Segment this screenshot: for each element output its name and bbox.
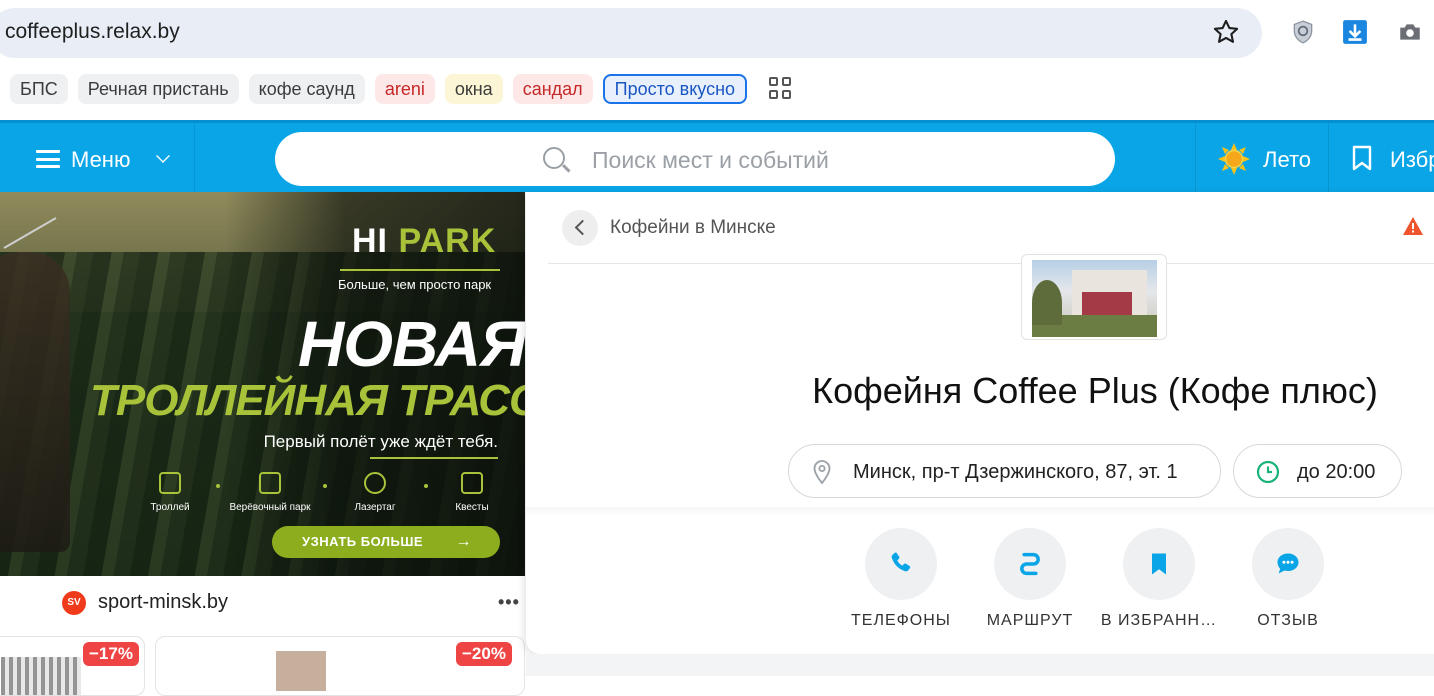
ad-feature-lasertag: Лазертаг [325, 472, 425, 513]
bookmarks-bar: БПС Речная пристань кофе саунд areni окн… [10, 73, 793, 105]
ad-brand-logo: HI PARK [352, 222, 497, 260]
search-placeholder: Поиск мест и событий [592, 147, 829, 173]
clock-icon [1256, 460, 1280, 484]
source-name[interactable]: sport-minsk.by [98, 591, 228, 614]
search-input[interactable]: Поиск мест и событий [275, 132, 1115, 186]
site-header: Меню Поиск мест и событий Лето Избр [0, 120, 1434, 195]
hours-button[interactable]: до 20:00 [1233, 444, 1402, 498]
target-icon [364, 472, 386, 494]
discount-badge: −20% [456, 642, 512, 666]
bookmark-prosto-vkusno[interactable]: Просто вкусно [602, 74, 748, 104]
bookmark-star-icon[interactable] [1212, 18, 1240, 46]
ad-feature-quests: Квесты [422, 472, 522, 513]
add-to-favorites-button[interactable]: В ИЗБРАНН… [1089, 528, 1229, 638]
rope-park-icon [259, 472, 281, 494]
venue-title: Кофейня Coffee Plus (Кофе плюс) [812, 370, 1378, 411]
address-text: Минск, пр-т Дзержинского, 87, эт. 1 [853, 461, 1178, 483]
ad-feature-trolley: Троллей [120, 472, 220, 513]
bookmark-icon [1152, 553, 1166, 575]
breadcrumb[interactable]: Кофейни в Минске [610, 217, 776, 239]
ad-feature-rope-park: Верёвочный парк [220, 472, 320, 513]
hours-text: до 20:00 [1297, 461, 1376, 483]
discount-badge: −17% [83, 642, 139, 666]
review-button[interactable]: ОТЗЫВ [1218, 528, 1358, 638]
bookmark-bps[interactable]: БПС [10, 74, 68, 104]
ad-tagline: Больше, чем просто парк [338, 277, 492, 292]
chat-icon [1277, 553, 1299, 574]
phones-label: ТЕЛЕФОНЫ [851, 612, 951, 629]
ad-person-image [0, 252, 70, 552]
address-button[interactable]: Минск, пр-т Дзержинского, 87, эт. 1 [788, 444, 1221, 498]
ad-subline: Первый полёт уже ждёт тебя. [263, 432, 498, 451]
menu-button[interactable]: Меню [0, 123, 195, 195]
favorites-label: В ИЗБРАНН… [1100, 612, 1218, 629]
route-label: МАРШРУТ [986, 612, 1074, 629]
address-bar[interactable] [0, 8, 1262, 58]
trolley-icon [159, 472, 181, 494]
menu-label: Меню [71, 147, 131, 172]
warning-icon[interactable] [1402, 216, 1424, 236]
shield-extension-icon[interactable] [1290, 18, 1316, 46]
search-icon [543, 147, 565, 169]
season-button[interactable]: Лето [1195, 123, 1329, 195]
ad-cta-button[interactable]: УЗНАТЬ БОЛЬШЕ → [272, 526, 500, 558]
bookmark-areni[interactable]: areni [374, 74, 435, 104]
more-options-icon[interactable]: ••• [498, 592, 520, 613]
chevron-down-icon [156, 149, 170, 163]
quest-icon [461, 472, 483, 494]
ad-banner[interactable]: HI PARK Больше, чем просто парк НОВАЯ ТР… [0, 192, 525, 576]
product-image [276, 651, 326, 691]
source-logo: SV [62, 591, 86, 615]
season-label: Лето [1263, 147, 1312, 172]
back-button[interactable] [562, 210, 598, 246]
route-icon [1020, 552, 1040, 576]
hamburger-icon [36, 150, 60, 168]
product-card[interactable]: −17% [0, 636, 145, 696]
venue-panel: Кофейни в Минске Кофейня Coffee Plus (Ко… [526, 192, 1434, 654]
product-image [1, 657, 81, 695]
favorites-link[interactable]: Избр [1390, 147, 1434, 173]
venue-photo[interactable] [1021, 254, 1167, 340]
url-text[interactable]: coffeeplus.relax.by [5, 20, 180, 44]
arrow-right-icon: → [455, 533, 472, 550]
bookmark-coffee-sound[interactable]: кофе саунд [248, 74, 365, 104]
bookmark-river-pier[interactable]: Речная пристань [77, 74, 239, 104]
camera-extension-icon[interactable] [1397, 18, 1423, 46]
route-button[interactable]: МАРШРУТ [960, 528, 1100, 638]
bookmark-windows[interactable]: окна [444, 74, 503, 104]
sun-icon [1218, 143, 1250, 175]
product-card[interactable]: −20% [155, 636, 525, 696]
download-extension-icon[interactable] [1342, 18, 1368, 46]
location-pin-icon [813, 460, 831, 484]
apps-grid-icon[interactable] [769, 77, 793, 101]
bookmark-sandal[interactable]: сандал [512, 74, 593, 104]
phones-button[interactable]: ТЕЛЕФОНЫ [831, 528, 971, 638]
ad-headline: НОВАЯ [298, 308, 525, 380]
review-label: ОТЗЫВ [1257, 612, 1319, 629]
ad-headline-secondary: ТРОЛЛЕЙНАЯ ТРАССА [90, 376, 525, 425]
bookmark-icon[interactable] [1352, 145, 1372, 171]
phone-icon [891, 552, 911, 572]
